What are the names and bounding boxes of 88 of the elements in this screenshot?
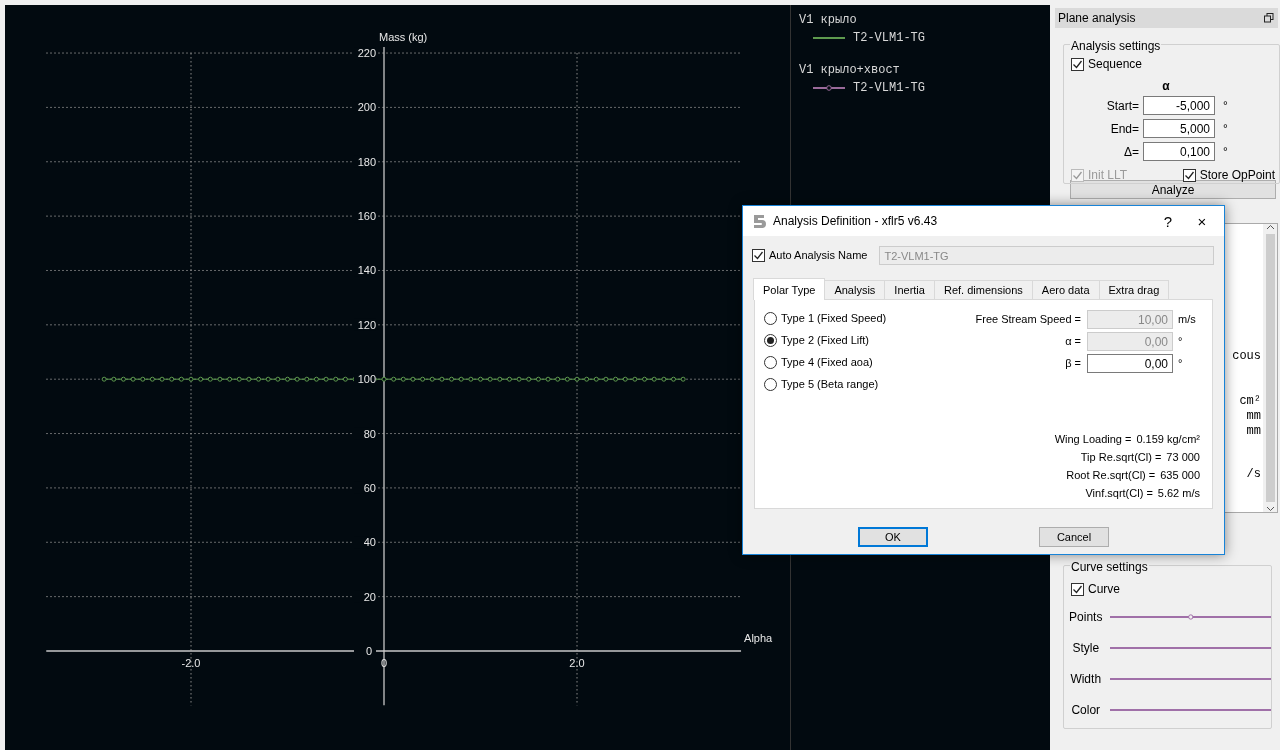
field-label: Start= [1105, 97, 1139, 115]
field-label: Δ= [1122, 143, 1139, 161]
checkbox-label: Curve [1088, 581, 1120, 598]
tick-label: -2.0 [181, 657, 201, 669]
checkbox[interactable] [1071, 57, 1084, 71]
tick-label: 60 [363, 481, 376, 494]
variable-label: α [1162, 78, 1170, 95]
checkbox[interactable] [1071, 582, 1084, 596]
scroll-down-icon [1265, 506, 1275, 512]
output-text: cm² [1239, 395, 1261, 407]
radio-label: Type 5 (Beta range) [781, 376, 879, 392]
output-text: /s [1246, 468, 1261, 480]
tick-label: 120 [357, 318, 376, 331]
radio-button[interactable] [764, 355, 777, 369]
tick-label: 220 [357, 47, 376, 60]
tick-label: 160 [357, 210, 376, 223]
info-value: 0.159 kg/cm² [1136, 432, 1200, 447]
field-label: Free Stream Speed = [975, 312, 1081, 328]
output-text: mm [1246, 410, 1261, 422]
window-title: Analysis Definition - xflr5 v6.43 [773, 213, 939, 230]
number-field: 0,00 [1087, 332, 1173, 351]
tick-label: 140 [357, 264, 376, 277]
radio-button[interactable] [764, 311, 777, 325]
output-text: cous [1232, 350, 1261, 362]
info-value: 5.62 m/s [1157, 486, 1200, 501]
style-label: Color [1070, 701, 1102, 719]
number-field[interactable]: 0,00 [1087, 354, 1173, 373]
info-label: Root Re.sqrt(Cl) = [1066, 468, 1156, 483]
radio-label: Type 1 (Fixed Speed) [781, 310, 887, 326]
legend-label: V1 крыло+хвост [799, 62, 901, 79]
tick-label: 80 [363, 427, 376, 440]
unit-label: ° [1178, 334, 1184, 350]
number-field[interactable]: -5,000 [1143, 96, 1215, 115]
number-field[interactable]: 5,000 [1143, 119, 1215, 138]
legend-label: T2-VLM1-TG [853, 80, 925, 97]
info-label: Vinf.sqrt(Cl) = [1085, 486, 1153, 501]
style-label: Style [1071, 639, 1101, 657]
number-field: 10,00 [1087, 310, 1173, 329]
legend-label: V1 крыло [799, 12, 858, 29]
unit-label: ° [1178, 356, 1184, 372]
radio-button[interactable] [764, 333, 777, 347]
unit-label: ° [1223, 120, 1228, 138]
field-label: α = [1065, 334, 1081, 350]
tick-label: 40 [363, 536, 376, 549]
tick-label: 200 [357, 101, 376, 114]
panel-title: Plane analysis [1058, 10, 1136, 27]
info-label: Tip Re.sqrt(Cl) = [1080, 450, 1162, 465]
field-label: End= [1109, 120, 1139, 138]
unit-label: ° [1223, 97, 1228, 115]
cancel-button[interactable]: Cancel [1039, 527, 1109, 547]
info-value: 73 000 [1166, 450, 1200, 465]
help-button[interactable]: ? [1154, 213, 1182, 229]
tab[interactable]: Extra drag [1098, 280, 1170, 299]
unit-label: ° [1223, 143, 1228, 161]
axis-title: Mass (kg) [379, 31, 428, 44]
tab[interactable]: Analysis [824, 280, 886, 299]
radio-label: Type 4 (Fixed aoa) [781, 354, 873, 370]
app-icon [751, 213, 767, 229]
scrollbar[interactable] [1263, 224, 1277, 512]
checkbox-label: Sequence [1088, 56, 1143, 73]
float-icon[interactable] [1264, 13, 1274, 23]
checkbox[interactable] [752, 249, 765, 262]
number-field[interactable]: 0,100 [1143, 142, 1215, 161]
field-label: β = [1065, 356, 1081, 372]
info-value: 635 000 [1160, 468, 1200, 483]
radio-button[interactable] [764, 377, 777, 391]
checkbox[interactable] [1182, 168, 1196, 182]
style-label: Points [1068, 608, 1104, 626]
unit-label: m/s [1178, 312, 1197, 328]
tick-label: 0 [365, 645, 372, 657]
info-label: Wing Loading = [1054, 432, 1132, 447]
line-marker-icon[interactable] [1110, 612, 1271, 621]
checkbox-label: Auto Analysis Name [769, 248, 868, 264]
tick-label: 0 [380, 657, 388, 669]
output-text: mm [1246, 425, 1261, 437]
tick-label: 2.0 [569, 657, 585, 669]
analyze-button[interactable]: Analyze [1070, 180, 1276, 199]
tick-label: 180 [357, 155, 376, 168]
tick-label: 100 [357, 373, 376, 386]
tick-label: 20 [363, 590, 376, 603]
style-label: Width [1069, 670, 1103, 688]
ok-button[interactable]: OK [858, 527, 928, 547]
scroll-up-icon [1265, 224, 1275, 230]
axis-title: Alpha [744, 632, 773, 644]
tab[interactable]: Polar Type [753, 278, 826, 300]
legend-label: T2-VLM1-TG [853, 30, 925, 47]
close-button[interactable]: × [1188, 213, 1216, 229]
radio-label: Type 2 (Fixed Lift) [781, 332, 870, 348]
